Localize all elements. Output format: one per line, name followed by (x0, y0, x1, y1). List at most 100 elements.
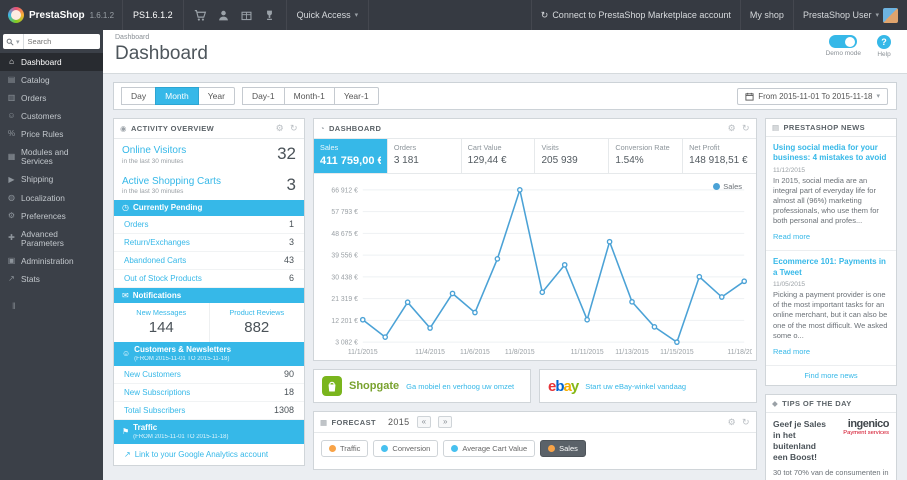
breadcrumb[interactable]: Dashboard (115, 34, 895, 41)
google-analytics-link[interactable]: ↗ Link to your Google Analytics account (114, 444, 304, 465)
gear-icon[interactable]: ⚙ (276, 123, 284, 134)
search-input[interactable] (23, 37, 100, 46)
help-control[interactable]: ? Help (877, 35, 891, 58)
shopgate-module-card: Shopgate Ga mobiel en verhoog uw omzet (313, 369, 531, 403)
read-more-link[interactable]: Read more (773, 347, 810, 356)
menu-icon: ✚ (8, 233, 15, 243)
kpi-tab[interactable]: Net Profit 148 918,51 € (683, 139, 756, 173)
metric-link[interactable]: Online Visitors (122, 145, 186, 157)
cart-icon[interactable] (194, 9, 207, 22)
sidebar-item[interactable]: ▤ Catalog (0, 71, 103, 89)
shopgate-link[interactable]: Ga mobiel en verhoog uw omzet (406, 382, 514, 391)
date-range-picker[interactable]: From 2015-11-01 To 2015-11-18 ▾ (737, 87, 888, 105)
chart-legend[interactable]: Sales (713, 182, 742, 191)
my-shop-link[interactable]: My shop (739, 0, 793, 30)
demo-mode-label: Demo mode (825, 50, 861, 57)
notification-metric[interactable]: Product Reviews 882 (208, 303, 305, 343)
period-button[interactable]: Year (197, 87, 235, 105)
marketplace-label: Connect to PrestaShop Marketplace accoun… (552, 10, 731, 20)
sales-line-chart: 66 912 € 57 793 € 48 675 € 39 556 € 30 438 €… (331, 186, 752, 356)
refresh-icon[interactable]: ↻ (742, 123, 750, 134)
shop-name[interactable]: PS1.6.1.2 (122, 0, 183, 30)
sidebar-item[interactable]: ◍ Localization (0, 189, 103, 207)
sidebar-item[interactable]: ⌂ Dashboard (0, 53, 103, 72)
notification-metric[interactable]: New Messages 144 (114, 303, 209, 342)
row-link[interactable]: Return/Exchanges (124, 238, 190, 247)
ebay-link[interactable]: Start uw eBay-winkel vandaag (585, 382, 686, 391)
menu-icon: ◍ (8, 192, 15, 202)
kpi-tab[interactable]: Visits 205 939 (535, 139, 610, 173)
notification-columns: New Messages 144 Product Reviews 882 (114, 303, 305, 343)
refresh-icon[interactable]: ↻ (742, 417, 750, 428)
period-button[interactable]: Year-1 (333, 87, 379, 105)
kpi-tab[interactable]: Orders 3 181 (388, 139, 462, 173)
sidebar-item[interactable]: ▶ Shipping (0, 171, 103, 189)
panel-header: ▦ FORECAST 2015 « » ⚙ ↻ (314, 412, 756, 433)
menu-icon: ⌂ (9, 56, 14, 66)
period-button[interactable]: Day-1 (241, 87, 285, 105)
row-value: 90 (283, 369, 294, 380)
legend-color-dot (329, 445, 336, 452)
sidebar-collapse-icon[interactable]: ‖ (0, 289, 103, 323)
marketplace-link[interactable]: ↻ Connect to PrestaShop Marketplace acco… (530, 0, 740, 30)
demo-mode-toggle[interactable] (829, 35, 858, 48)
article-title-link[interactable]: Ecommerce 101: Payments in a Tweet (773, 257, 889, 278)
activity-metric: Active Shopping Carts in the last 30 min… (114, 170, 304, 201)
quick-access-button[interactable]: Quick Access ▾ (285, 0, 370, 30)
row-value: 1308 (273, 405, 294, 416)
next-year-button[interactable]: » (438, 416, 453, 428)
sidebar-item[interactable]: ▣ Administration (0, 253, 103, 271)
sidebar-item-label: Localization (21, 192, 65, 203)
kpi-tab[interactable]: Conversion Rate 1.54% (609, 139, 684, 173)
award-icon[interactable] (263, 9, 276, 22)
metric-link[interactable]: Active Shopping Carts (122, 176, 221, 188)
forecast-legend-chip[interactable]: Conversion (373, 440, 439, 457)
row-link[interactable]: New Subscriptions (124, 388, 190, 397)
period-button[interactable]: Day (121, 87, 157, 105)
year-selector[interactable]: 2015 (388, 417, 410, 427)
period-button[interactable]: Month-1 (283, 87, 335, 105)
sidebar-item[interactable]: % Price Rules (0, 126, 103, 144)
kpi-value: 129,44 € (467, 155, 507, 166)
ingenico-wordmark: ingenico (847, 417, 890, 430)
help-icon[interactable]: ? (877, 35, 891, 49)
row-link[interactable]: New Customers (124, 370, 181, 379)
forecast-legend-chip[interactable]: Traffic (321, 440, 369, 457)
svg-text:21 319 €: 21 319 € (331, 296, 358, 303)
row-link[interactable]: Abandoned Carts (124, 256, 186, 265)
user-menu[interactable]: PrestaShop User ▾ (792, 0, 907, 30)
package-icon[interactable] (240, 9, 253, 22)
section-title: Currently Pending (132, 203, 203, 212)
demo-mode-control[interactable]: Demo mode (826, 35, 861, 58)
sidebar-item[interactable]: ↗ Stats (0, 271, 103, 289)
refresh-icon[interactable]: ↻ (290, 123, 298, 134)
sidebar-item[interactable]: ✚ Advanced Parameters (0, 225, 103, 252)
tip-header-row: Geef je Sales in het buitenland een Boos… (766, 413, 896, 466)
row-link[interactable]: Out of Stock Products (124, 274, 202, 283)
search-type-dropdown[interactable]: ▾ (3, 34, 24, 49)
period-button[interactable]: Month (155, 87, 199, 105)
kpi-tab[interactable]: Cart Value 129,44 € (462, 139, 536, 173)
kpi-label: Net Profit (689, 143, 720, 152)
sidebar-item[interactable]: ▦ Modules and Services (0, 144, 103, 171)
forecast-legend-chip[interactable]: Average Cart Value (443, 440, 536, 457)
sidebar-item[interactable]: ▥ Orders (0, 89, 103, 107)
gear-icon[interactable]: ⚙ (728, 123, 736, 134)
prev-year-button[interactable]: « (416, 416, 432, 428)
row-link[interactable]: Orders (124, 220, 148, 229)
find-more-news-link[interactable]: Find more news (766, 366, 896, 385)
gear-icon[interactable]: ⚙ (728, 417, 736, 428)
sidebar-item[interactable]: ⚙ Preferences (0, 207, 103, 225)
customers-icon[interactable] (217, 9, 230, 22)
row-link[interactable]: Total Subscribers (124, 406, 185, 415)
sidebar-item[interactable]: ☺ Customers (0, 107, 103, 125)
brand[interactable]: PrestaShop 1.6.1.2 (0, 0, 122, 30)
kpi-tab[interactable]: Sales 411 759,00 € (314, 139, 388, 173)
chevron-down-icon: ▾ (875, 12, 879, 19)
row-value: 6 (288, 273, 294, 284)
forecast-legend-chip[interactable]: Sales (540, 440, 586, 457)
customers-rows: New Customers 90 New Subscriptions 18 To… (114, 366, 304, 420)
read-more-link[interactable]: Read more (773, 232, 810, 241)
row-value: 1 (288, 219, 294, 230)
article-title-link[interactable]: Using social media for your business: 4 … (773, 143, 889, 164)
